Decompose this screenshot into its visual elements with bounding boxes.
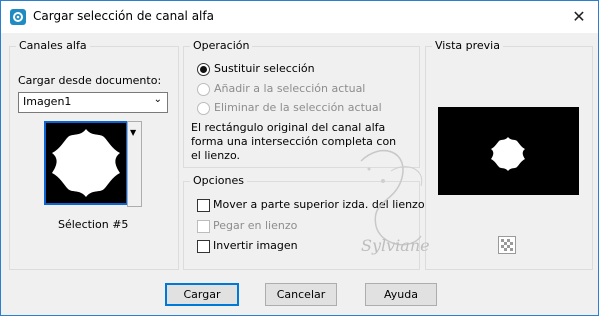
preview-selection-shape: [491, 137, 525, 171]
checker-zoom-icon[interactable]: [498, 236, 516, 254]
app-icon: [10, 9, 26, 25]
add-to-selection-radio[interactable]: [197, 83, 210, 96]
info-text-line-2: forma una intersección completa con: [191, 135, 397, 148]
info-text-line-1: El rectángulo original del canal alfa: [191, 121, 386, 134]
replace-selection-label[interactable]: Sustituir selección: [214, 62, 315, 75]
caret-down-icon: ▼: [130, 128, 137, 137]
document-select[interactable]: Imagen1 ⌄: [18, 92, 168, 113]
remove-from-selection-label[interactable]: Eliminar de la selección actual: [214, 101, 382, 114]
alpha-channel-thumbnail[interactable]: [44, 121, 128, 205]
chevron-down-icon: ⌄: [153, 94, 162, 105]
cancel-button[interactable]: Cancelar: [265, 283, 337, 306]
invert-image-label[interactable]: Invertir imagen: [213, 239, 298, 252]
preview-canvas: [438, 107, 579, 195]
info-text-line-3: el lienzo.: [191, 149, 240, 162]
help-button[interactable]: Ayuda: [365, 283, 437, 306]
load-from-document-label: Cargar desde documento:: [18, 74, 162, 87]
move-to-top-left-label[interactable]: Mover a parte superior izda. del lienzo: [213, 198, 425, 211]
load-button[interactable]: Cargar: [165, 283, 239, 306]
alpha-channels-legend: Canales alfa: [16, 39, 90, 52]
dialog-window: Cargar selección de canal alfa ✕ Canales…: [0, 0, 599, 316]
invert-image-checkbox[interactable]: [197, 240, 210, 253]
selection-shape-thumbnail: [46, 123, 126, 203]
title-bar[interactable]: Cargar selección de canal alfa ✕: [1, 1, 598, 33]
move-to-top-left-checkbox[interactable]: [197, 199, 210, 212]
paste-into-canvas-checkbox[interactable]: [197, 220, 210, 233]
replace-selection-radio[interactable]: [197, 63, 210, 76]
paste-into-canvas-label[interactable]: Pegar en lienzo: [213, 219, 297, 232]
remove-from-selection-radio[interactable]: [197, 102, 210, 115]
thumbnail-dropdown-button[interactable]: ▼: [127, 121, 142, 207]
window-title: Cargar selección de canal alfa: [33, 9, 214, 23]
close-icon[interactable]: ✕: [564, 3, 594, 31]
preview-legend: Vista previa: [432, 39, 503, 52]
add-to-selection-label[interactable]: Añadir a la selección actual: [214, 82, 365, 95]
operation-legend: Operación: [190, 39, 253, 52]
options-legend: Opciones: [190, 174, 247, 187]
selection-caption: Sélection #5: [58, 218, 129, 231]
document-select-value: Imagen1: [23, 95, 72, 108]
